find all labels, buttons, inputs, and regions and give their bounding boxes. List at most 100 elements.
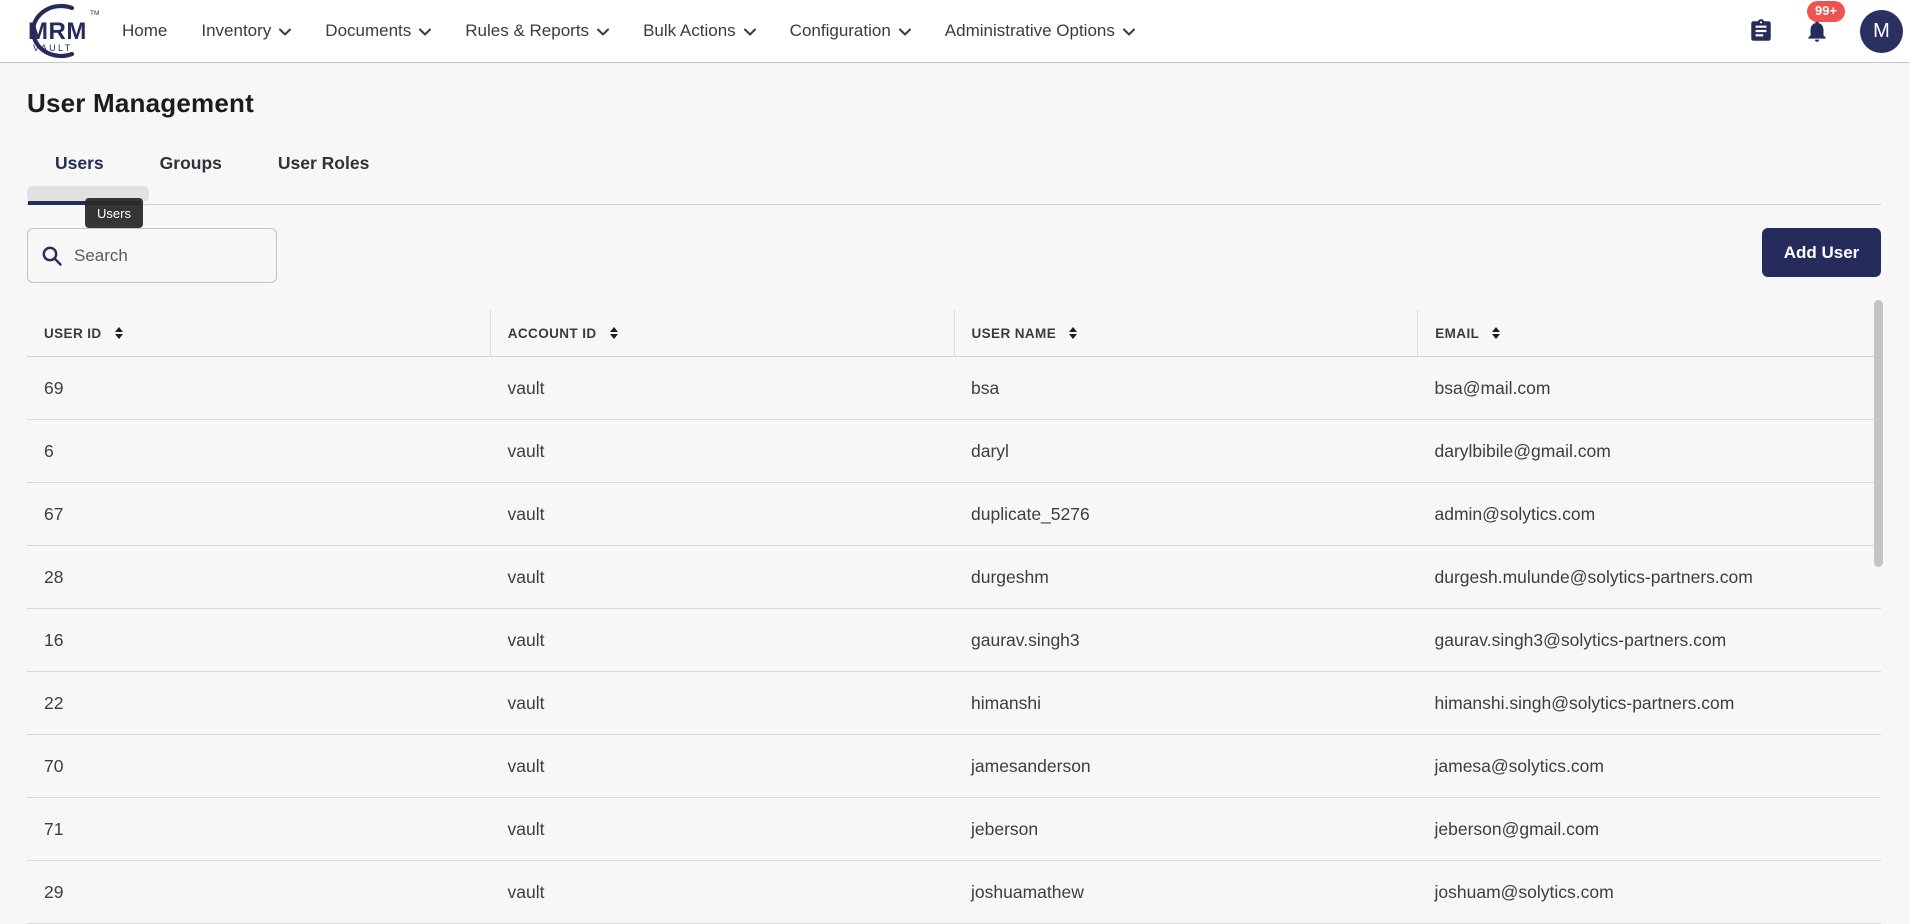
cell-account-id: vault [491, 378, 955, 399]
nav-item-label: Administrative Options [945, 21, 1115, 41]
logo-sub-text: VAULT [33, 43, 73, 53]
table-row[interactable]: 70 vault jamesanderson jamesa@solytics.c… [27, 735, 1881, 798]
cell-account-id: vault [491, 882, 955, 903]
chevron-down-icon [1123, 28, 1135, 36]
table-row[interactable]: 28 vault durgeshm durgesh.mulunde@solyti… [27, 546, 1881, 609]
main-nav: Home Inventory Documents Rules & Reports… [122, 21, 1135, 41]
table-row[interactable]: 69 vault bsa bsa@mail.com [27, 357, 1881, 420]
cell-email: admin@solytics.com [1418, 504, 1882, 525]
cell-email: gaurav.singh3@solytics-partners.com [1418, 630, 1882, 651]
column-header-user-name[interactable]: USER NAME [954, 310, 1418, 356]
nav-item-administrative-options[interactable]: Administrative Options [945, 21, 1135, 41]
cell-user-name: daryl [954, 441, 1418, 462]
tab-list: Users Groups User Roles [27, 140, 1881, 174]
logo-brand-text: MRM [28, 18, 87, 45]
tab-user-roles[interactable]: User Roles [250, 140, 397, 174]
cell-email: bsa@mail.com [1418, 378, 1882, 399]
page-title: User Management [27, 88, 1881, 119]
table-row[interactable]: 16 vault gaurav.singh3 gaurav.singh3@sol… [27, 609, 1881, 672]
nav-item-label: Rules & Reports [465, 21, 589, 41]
app-logo[interactable]: MRM TM VAULT [10, 2, 102, 60]
tab-label: Groups [160, 153, 222, 173]
cell-email: jeberson@gmail.com [1418, 819, 1882, 840]
cell-user-name: durgeshm [954, 567, 1418, 588]
top-nav-bar: MRM TM VAULT Home Inventory Documents Ru… [0, 0, 1909, 63]
logo-tm-text: TM [90, 10, 99, 17]
nav-item-label: Home [122, 21, 167, 41]
sort-icon[interactable] [1492, 327, 1500, 339]
bell-icon [1804, 18, 1830, 44]
chevron-down-icon [744, 28, 756, 36]
nav-item-label: Bulk Actions [643, 21, 736, 41]
cell-email: himanshi.singh@solytics-partners.com [1418, 693, 1882, 714]
sort-icon[interactable] [610, 327, 618, 339]
cell-account-id: vault [491, 441, 955, 462]
column-header-label: USER NAME [972, 326, 1057, 341]
table-row[interactable]: 67 vault duplicate_5276 admin@solytics.c… [27, 483, 1881, 546]
column-header-label: ACCOUNT ID [508, 326, 597, 341]
search-input[interactable] [72, 245, 266, 267]
chevron-down-icon [597, 28, 609, 36]
scrollbar-thumb[interactable] [1874, 300, 1883, 567]
nav-item-bulk-actions[interactable]: Bulk Actions [643, 21, 756, 41]
tab-tooltip: Users [85, 198, 143, 228]
table-row[interactable]: 71 vault jeberson jeberson@gmail.com [27, 798, 1881, 861]
sort-icon[interactable] [115, 327, 123, 339]
tab-groups[interactable]: Groups [132, 140, 250, 174]
column-header-account-id[interactable]: ACCOUNT ID [490, 310, 954, 356]
cell-account-id: vault [491, 630, 955, 651]
tab-label: User Roles [278, 153, 369, 173]
cell-user-name: joshuamathew [954, 882, 1418, 903]
cell-email: joshuam@solytics.com [1418, 882, 1882, 903]
cell-account-id: vault [491, 567, 955, 588]
cell-user-name: duplicate_5276 [954, 504, 1418, 525]
cell-account-id: vault [491, 819, 955, 840]
cell-user-id: 6 [27, 441, 491, 462]
table-row[interactable]: 6 vault daryl darylbibile@gmail.com [27, 420, 1881, 483]
tasks-button[interactable] [1748, 18, 1774, 44]
column-header-email[interactable]: EMAIL [1417, 310, 1881, 356]
table-row[interactable]: 22 vault himanshi himanshi.singh@solytic… [27, 672, 1881, 735]
cell-email: durgesh.mulunde@solytics-partners.com [1418, 567, 1882, 588]
column-header-label: EMAIL [1435, 326, 1479, 341]
notifications-button[interactable]: 99+ [1804, 18, 1830, 44]
column-header-user-id[interactable]: USER ID [27, 310, 490, 356]
tab-label: Users [55, 153, 104, 173]
page-content: User Management Users Groups User Roles … [0, 88, 1909, 924]
cell-user-id: 16 [27, 630, 491, 651]
search-box[interactable] [27, 228, 277, 283]
nav-item-configuration[interactable]: Configuration [790, 21, 911, 41]
tab-bar: Users Groups User Roles Users [27, 140, 1881, 205]
cell-account-id: vault [491, 756, 955, 777]
cell-user-id: 28 [27, 567, 491, 588]
nav-item-home[interactable]: Home [122, 21, 167, 41]
tab-users[interactable]: Users [27, 140, 132, 174]
cell-email: darylbibile@gmail.com [1418, 441, 1882, 462]
table-row[interactable]: 29 vault joshuamathew joshuam@solytics.c… [27, 861, 1881, 924]
cell-user-name: gaurav.singh3 [954, 630, 1418, 651]
cell-user-id: 71 [27, 819, 491, 840]
cell-user-id: 67 [27, 504, 491, 525]
table-body: 69 vault bsa bsa@mail.com 6 vault daryl … [27, 357, 1881, 924]
avatar[interactable]: M [1860, 10, 1903, 53]
nav-item-label: Inventory [201, 21, 271, 41]
cell-account-id: vault [491, 693, 955, 714]
nav-item-inventory[interactable]: Inventory [201, 21, 291, 41]
nav-item-label: Documents [325, 21, 411, 41]
tab-bar-divider [27, 204, 1881, 205]
nav-item-documents[interactable]: Documents [325, 21, 431, 41]
chevron-down-icon [419, 28, 431, 36]
users-table: USER ID ACCOUNT ID USER NAME EMAIL 69 va… [27, 310, 1881, 924]
cell-user-name: jamesanderson [954, 756, 1418, 777]
sort-icon[interactable] [1069, 327, 1077, 339]
cell-user-id: 70 [27, 756, 491, 777]
nav-item-rules-reports[interactable]: Rules & Reports [465, 21, 609, 41]
cell-user-name: jeberson [954, 819, 1418, 840]
nav-right: 99+ M [1748, 10, 1903, 53]
add-user-button[interactable]: Add User [1762, 228, 1881, 277]
chevron-down-icon [279, 28, 291, 36]
chevron-down-icon [899, 28, 911, 36]
cell-account-id: vault [491, 504, 955, 525]
toolbar: Add User [27, 228, 1881, 283]
table-header-row: USER ID ACCOUNT ID USER NAME EMAIL [27, 310, 1881, 357]
